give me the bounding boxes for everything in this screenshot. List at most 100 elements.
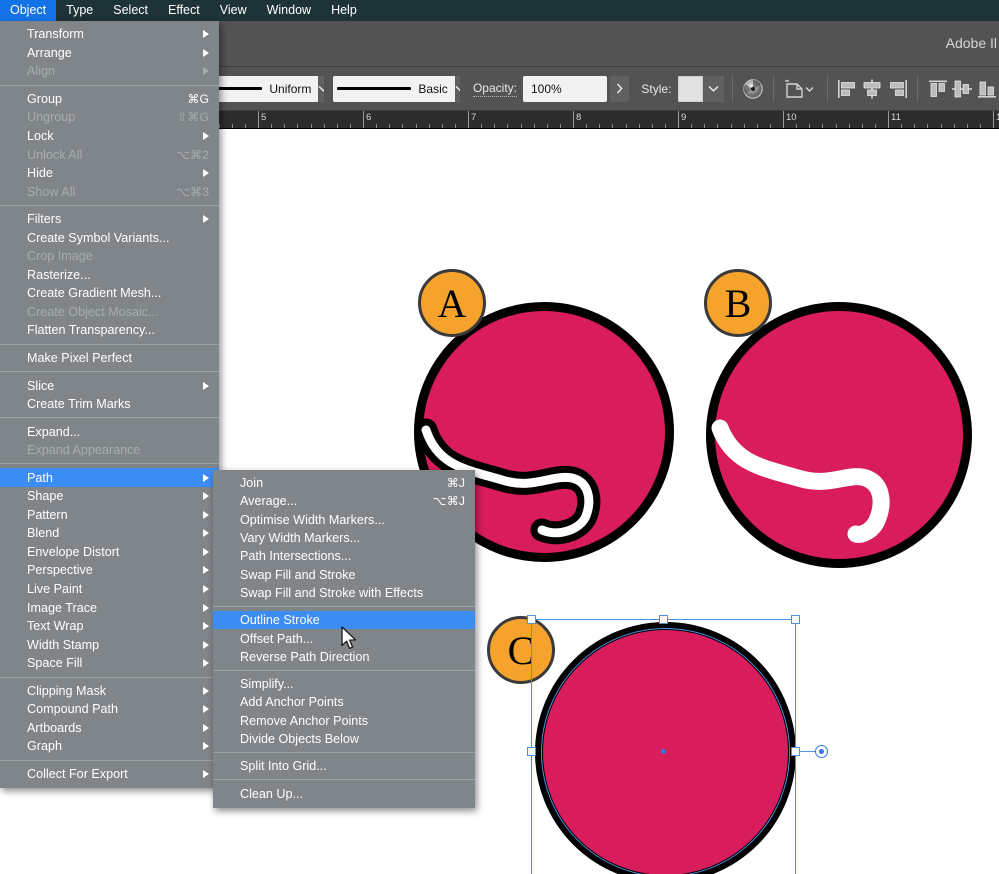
menu-item-space-fill[interactable]: Space Fill — [0, 654, 219, 673]
menu-item-filters[interactable]: Filters — [0, 210, 219, 229]
menu-item-clean-up[interactable]: Clean Up... — [213, 784, 475, 802]
menu-item-flatten-transparency[interactable]: Flatten Transparency... — [0, 321, 219, 340]
graphic-style-chevron-down-icon[interactable] — [703, 76, 724, 102]
ruler-minor-tick — [862, 124, 863, 128]
menu-item-transform[interactable]: Transform — [0, 25, 219, 44]
menu-item-lock[interactable]: Lock — [0, 127, 219, 146]
menu-item-path-intersections[interactable]: Path Intersections... — [213, 547, 475, 565]
selection-handle-middle-left[interactable] — [527, 747, 536, 756]
menu-item-rasterize[interactable]: Rasterize... — [0, 266, 219, 285]
align-right-icon[interactable] — [884, 74, 908, 104]
menu-item-blend[interactable]: Blend — [0, 524, 219, 543]
menu-item-label: Average... — [240, 494, 297, 508]
basic-brush-preview-icon — [337, 87, 411, 90]
brush-face[interactable]: Basic — [333, 76, 454, 102]
menu-item-swap-fill-and-stroke[interactable]: Swap Fill and Stroke — [213, 565, 475, 583]
menu-item-join[interactable]: Join⌘J — [213, 474, 475, 492]
brush-chevron-down-icon[interactable] — [455, 76, 461, 102]
menubar-item-effect[interactable]: Effect — [158, 0, 210, 21]
opacity-expand-chevron-right-icon[interactable] — [610, 76, 629, 102]
graphic-style-swatch[interactable] — [678, 76, 703, 102]
menu-item-add-anchor-points[interactable]: Add Anchor Points — [213, 693, 475, 711]
menu-item-clipping-mask[interactable]: Clipping Mask — [0, 682, 219, 701]
menu-item-graph[interactable]: Graph — [0, 737, 219, 756]
path-submenu-dropdown[interactable]: Join⌘JAverage...⌥⌘JOptimise Width Marker… — [213, 470, 475, 808]
rotation-handle[interactable] — [815, 745, 828, 758]
menu-item-collect-for-export[interactable]: Collect For Export — [0, 765, 219, 784]
align-center-h-icon[interactable] — [860, 74, 884, 104]
ruler-minor-tick — [757, 124, 758, 128]
selection-handle-top-center[interactable] — [659, 615, 668, 624]
align-bottom-icon[interactable] — [975, 74, 999, 104]
ruler-minor-tick — [429, 124, 430, 128]
align-left-icon[interactable] — [836, 74, 860, 104]
menubar-item-help[interactable]: Help — [321, 0, 367, 21]
menu-item-make-pixel-perfect[interactable]: Make Pixel Perfect — [0, 349, 219, 368]
menu-item-text-wrap[interactable]: Text Wrap — [0, 617, 219, 636]
menu-item-expand[interactable]: Expand... — [0, 422, 219, 441]
gradient-icon[interactable] — [741, 74, 765, 104]
menu-item-label: Space Fill — [27, 656, 82, 670]
menu-item-path[interactable]: Path — [0, 468, 219, 487]
menu-separator — [0, 205, 219, 206]
menu-item-label: Image Trace — [27, 601, 97, 615]
ruler-minor-tick — [284, 124, 285, 128]
submenu-arrow-icon — [203, 659, 209, 667]
stroke-profile-value: Uniform — [269, 82, 311, 96]
squiggle-path-b[interactable] — [706, 302, 974, 570]
submenu-arrow-icon — [203, 132, 209, 140]
menu-item-image-trace[interactable]: Image Trace — [0, 598, 219, 617]
menu-item-width-stamp[interactable]: Width Stamp — [0, 635, 219, 654]
ruler-minor-tick — [521, 124, 522, 128]
opacity-input[interactable]: 100% — [523, 76, 607, 102]
opacity-label[interactable]: Opacity: — [473, 81, 517, 97]
object-menu-dropdown[interactable]: TransformArrangeAlignGroup⌘GUngroup⇧⌘GLo… — [0, 21, 219, 788]
graphic-style-combo[interactable] — [678, 76, 723, 102]
menu-item-slice[interactable]: Slice — [0, 376, 219, 395]
menu-item-hide[interactable]: Hide — [0, 164, 219, 183]
menu-item-compound-path[interactable]: Compound Path — [0, 700, 219, 719]
menu-item-envelope-distort[interactable]: Envelope Distort — [0, 543, 219, 562]
menu-item-artboards[interactable]: Artboards — [0, 719, 219, 738]
menu-item-shape[interactable]: Shape — [0, 487, 219, 506]
menu-item-vary-width-markers[interactable]: Vary Width Markers... — [213, 529, 475, 547]
stroke-profile-chevron-down-icon[interactable] — [318, 76, 323, 102]
selection-handle-top-right[interactable] — [791, 615, 800, 624]
menu-item-live-paint[interactable]: Live Paint — [0, 580, 219, 599]
menubar-item-view[interactable]: View — [210, 0, 257, 21]
menu-item-split-into-grid[interactable]: Split Into Grid... — [213, 757, 475, 775]
menubar-item-window[interactable]: Window — [257, 0, 321, 21]
menu-item-average[interactable]: Average...⌥⌘J — [213, 492, 475, 510]
menu-item-create-gradient-mesh[interactable]: Create Gradient Mesh... — [0, 284, 219, 303]
submenu-arrow-icon — [203, 724, 209, 732]
selection-handle-top-left[interactable] — [527, 615, 536, 624]
shape-center-point — [661, 749, 666, 754]
align-top-icon[interactable] — [926, 74, 950, 104]
ruler-minor-tick — [954, 124, 955, 128]
menu-item-outline-stroke[interactable]: Outline Stroke — [213, 611, 475, 629]
menu-item-offset-path[interactable]: Offset Path... — [213, 629, 475, 647]
submenu-arrow-icon — [203, 742, 209, 750]
menu-item-perspective[interactable]: Perspective — [0, 561, 219, 580]
menu-item-pattern[interactable]: Pattern — [0, 506, 219, 525]
ruler-minor-tick — [337, 124, 338, 128]
menubar-item-object[interactable]: Object — [0, 0, 56, 21]
menu-item-create-trim-marks[interactable]: Create Trim Marks — [0, 395, 219, 414]
menu-item-reverse-path-direction[interactable]: Reverse Path Direction — [213, 648, 475, 666]
transform-shape-icon[interactable] — [782, 74, 819, 104]
submenu-arrow-icon — [203, 687, 209, 695]
brush-combo[interactable]: Basic — [333, 76, 460, 102]
align-center-v-icon[interactable] — [950, 74, 974, 104]
menu-item-remove-anchor-points[interactable]: Remove Anchor Points — [213, 712, 475, 730]
menubar-item-select[interactable]: Select — [103, 0, 158, 21]
menu-item-simplify[interactable]: Simplify... — [213, 675, 475, 693]
menu-item-divide-objects-below[interactable]: Divide Objects Below — [213, 730, 475, 748]
menu-item-create-symbol-variants[interactable]: Create Symbol Variants... — [0, 228, 219, 247]
selection-handle-middle-right[interactable] — [791, 747, 800, 756]
menu-item-swap-fill-and-stroke-with-effects[interactable]: Swap Fill and Stroke with Effects — [213, 584, 475, 602]
menubar-item-type[interactable]: Type — [56, 0, 103, 21]
menu-item-shortcut: ⌘J — [447, 476, 465, 490]
menu-item-arrange[interactable]: Arrange — [0, 44, 219, 63]
menu-item-optimise-width-markers[interactable]: Optimise Width Markers... — [213, 511, 475, 529]
menu-item-group[interactable]: Group⌘G — [0, 90, 219, 109]
